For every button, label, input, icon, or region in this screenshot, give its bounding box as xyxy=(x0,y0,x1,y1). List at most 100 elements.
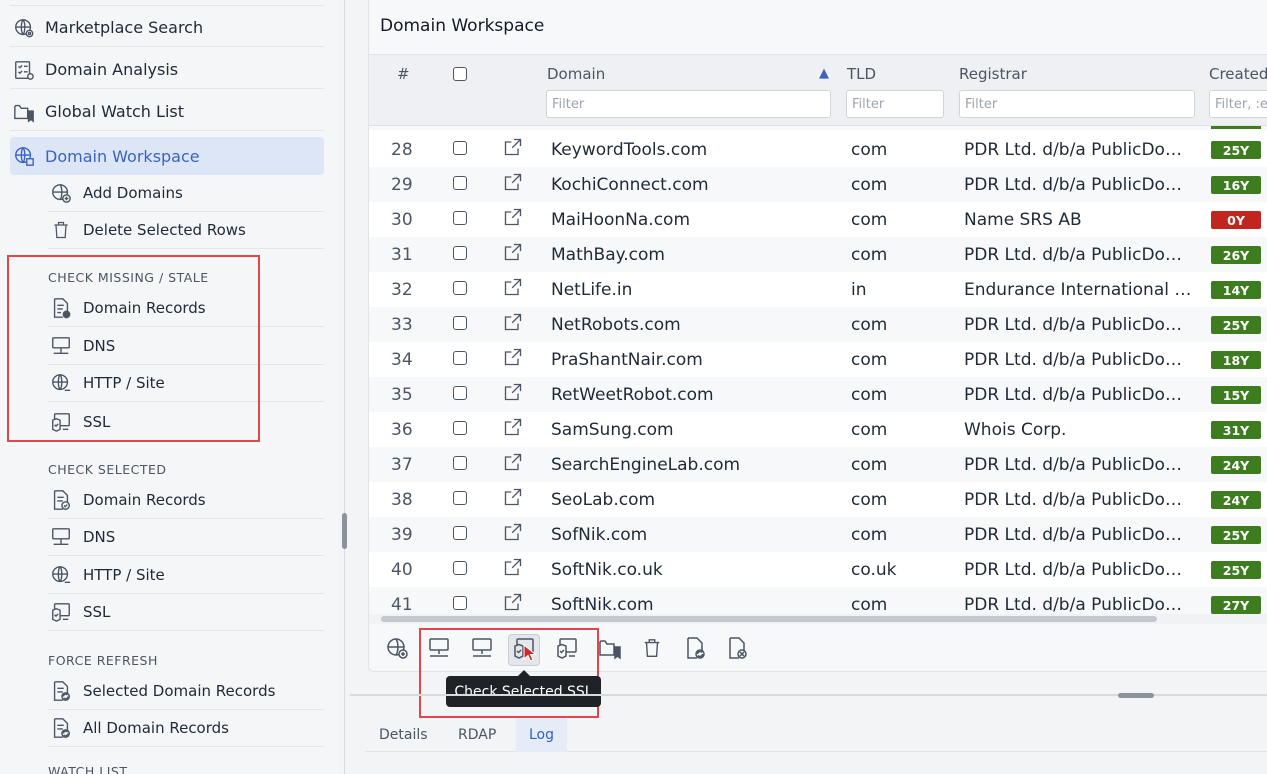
tld-cell: com xyxy=(851,210,888,230)
domain-cell[interactable]: KeywordTools.com xyxy=(551,140,707,160)
sidebar-item-domain-workspace[interactable]: Domain Workspace xyxy=(10,137,324,175)
created-filter-input[interactable] xyxy=(1209,90,1267,118)
row-checkbox[interactable] xyxy=(453,525,467,545)
domain-cell[interactable]: MathBay.com xyxy=(551,245,665,265)
domain-cell[interactable]: NetRobots.com xyxy=(551,315,681,335)
domain-cell[interactable]: SoftNik.co.uk xyxy=(551,560,663,580)
sidebar-item-missing-dns[interactable]: DNS xyxy=(48,328,324,365)
table-row[interactable]: 35 RetWeetRobot.com com PDR Ltd. d/b/a Publ… xyxy=(369,377,1267,412)
external-link-icon[interactable] xyxy=(503,592,523,612)
table-row[interactable]: 40 SoftNik.co.uk co.uk PDR Ltd. d/b/a Publi… xyxy=(369,552,1267,587)
sort-asc-icon[interactable]: ▲ xyxy=(819,66,829,81)
column-header-created[interactable]: Created xyxy=(1209,65,1267,83)
external-link-icon[interactable] xyxy=(503,312,523,332)
sidebar-item-refresh-all[interactable]: All Domain Records xyxy=(48,710,324,747)
external-link-icon[interactable] xyxy=(503,172,523,192)
sidebar-item-refresh-selected[interactable]: Selected Domain Records xyxy=(48,673,324,710)
domain-filter-input[interactable] xyxy=(546,90,831,118)
refresh-all-button[interactable] xyxy=(721,634,753,666)
row-checkbox[interactable] xyxy=(453,245,467,265)
row-checkbox[interactable] xyxy=(453,455,467,475)
domain-cell[interactable]: SofNik.com xyxy=(551,525,647,545)
domain-cell[interactable]: SoftNik.com xyxy=(551,595,654,614)
table-row[interactable]: 32 NetLife.in in Endurance International Gr… xyxy=(369,272,1267,307)
external-link-icon[interactable] xyxy=(503,347,523,367)
scrollbar-thumb[interactable] xyxy=(381,616,1157,622)
external-link-icon[interactable] xyxy=(503,382,523,402)
row-checkbox[interactable] xyxy=(453,280,467,300)
external-link-icon[interactable] xyxy=(503,242,523,262)
tab-rdap[interactable]: RDAP xyxy=(445,718,509,752)
row-number: 39 xyxy=(391,525,413,545)
pane-resize-handle[interactable] xyxy=(1118,693,1154,698)
column-header-tld[interactable]: TLD xyxy=(847,65,876,83)
domain-cell[interactable]: SearchEngineLab.com xyxy=(551,455,740,475)
external-link-icon[interactable] xyxy=(503,487,523,507)
domain-cell[interactable]: MaiHoonNa.com xyxy=(551,210,690,230)
table-row[interactable]: 31 MathBay.com com PDR Ltd. d/b/a PublicDom… xyxy=(369,237,1267,272)
external-link-icon[interactable] xyxy=(503,452,523,472)
select-all-checkbox[interactable] xyxy=(453,67,467,85)
check-missing-dns-button[interactable] xyxy=(423,634,455,666)
sidebar-item-marketplace-search[interactable]: Marketplace Search xyxy=(10,9,324,47)
table-row[interactable]: 33 NetRobots.com com PDR Ltd. d/b/a PublicD… xyxy=(369,307,1267,342)
table-row[interactable]: 38 SeoLab.com com PDR Ltd. d/b/a PublicDoma… xyxy=(369,482,1267,517)
sidebar-item-selected-dns[interactable]: DNS xyxy=(48,519,324,556)
table-row[interactable]: 28 KeywordTools.com com PDR Ltd. d/b/a Publ… xyxy=(369,132,1267,167)
row-checkbox[interactable] xyxy=(453,210,467,230)
row-checkbox[interactable] xyxy=(453,420,467,440)
external-link-icon[interactable] xyxy=(503,207,523,227)
row-checkbox[interactable] xyxy=(453,385,467,405)
splitter-handle[interactable] xyxy=(342,513,347,549)
domain-cell[interactable]: SeoLab.com xyxy=(551,490,655,510)
sidebar-item-global-watch-list[interactable]: Global Watch List xyxy=(10,93,324,131)
domain-cell[interactable]: KochiConnect.com xyxy=(551,175,709,195)
add-domains-button[interactable] xyxy=(381,634,413,666)
check-missing-ssl-button[interactable] xyxy=(551,634,583,666)
table-row[interactable]: 34 PraShantNair.com com PDR Ltd. d/b/a Publ… xyxy=(369,342,1267,377)
sidebar-item-selected-ssl[interactable]: SSL xyxy=(48,594,324,631)
row-checkbox[interactable] xyxy=(453,140,467,160)
watch-list-button[interactable] xyxy=(594,634,626,666)
column-header-registrar[interactable]: Registrar xyxy=(959,65,1027,83)
tld-filter-input[interactable] xyxy=(846,90,944,118)
domain-cell[interactable]: SamSung.com xyxy=(551,420,674,440)
tab-log[interactable]: Log xyxy=(516,718,568,752)
table-row[interactable]: 37 SearchEngineLab.com com PDR Ltd. d/b/a P… xyxy=(369,447,1267,482)
sidebar-item-missing-domain-records[interactable]: Domain Records xyxy=(48,290,324,327)
check-selected-dns-button[interactable] xyxy=(466,634,498,666)
row-checkbox[interactable] xyxy=(453,560,467,580)
row-checkbox[interactable] xyxy=(453,490,467,510)
sidebar-item-missing-http[interactable]: HTTP / Site xyxy=(48,365,324,402)
table-row[interactable]: 36 SamSung.com com Whois Corp. 31Y xyxy=(369,412,1267,447)
registrar-filter-input[interactable] xyxy=(959,90,1195,118)
row-checkbox[interactable] xyxy=(453,175,467,195)
table-row[interactable]: 29 KochiConnect.com com PDR Ltd. d/b/a Publ… xyxy=(369,167,1267,202)
external-link-icon[interactable] xyxy=(503,277,523,297)
sidebar-item-domain-analysis[interactable]: Domain Analysis xyxy=(10,51,324,89)
table-row[interactable]: 30 MaiHoonNa.com com Name SRS AB 0Y xyxy=(369,202,1267,237)
horizontal-scrollbar[interactable] xyxy=(369,614,1267,624)
sidebar-item-selected-domain-records[interactable]: Domain Records xyxy=(48,482,324,519)
table-row[interactable]: 39 SofNik.com com PDR Ltd. d/b/a PublicDoma… xyxy=(369,517,1267,552)
sidebar-item-selected-http[interactable]: HTTP / Site xyxy=(48,557,324,594)
domain-cell[interactable]: RetWeetRobot.com xyxy=(551,385,714,405)
external-link-icon[interactable] xyxy=(503,137,523,157)
row-checkbox[interactable] xyxy=(453,595,467,614)
sidebar-item-missing-ssl[interactable]: SSL xyxy=(48,403,324,440)
delete-rows-button[interactable] xyxy=(636,634,668,666)
tab-details[interactable]: Details xyxy=(366,718,441,752)
domain-cell[interactable]: PraShantNair.com xyxy=(551,350,703,370)
column-header-domain[interactable]: Domain xyxy=(547,65,605,83)
check-selected-ssl-button[interactable] xyxy=(508,634,540,666)
sidebar-item-delete-selected-rows[interactable]: Delete Selected Rows xyxy=(48,212,324,249)
refresh-selected-button[interactable] xyxy=(679,634,711,666)
external-link-icon[interactable] xyxy=(503,417,523,437)
domain-cell[interactable]: NetLife.in xyxy=(551,280,632,300)
row-checkbox[interactable] xyxy=(453,350,467,370)
table-row[interactable]: 41 SoftNik.com com PDR Ltd. d/b/a PublicDom… xyxy=(369,587,1267,614)
sidebar-item-add-domains[interactable]: Add Domains xyxy=(48,175,324,212)
row-checkbox[interactable] xyxy=(453,315,467,335)
external-link-icon[interactable] xyxy=(503,557,523,577)
external-link-icon[interactable] xyxy=(503,522,523,542)
